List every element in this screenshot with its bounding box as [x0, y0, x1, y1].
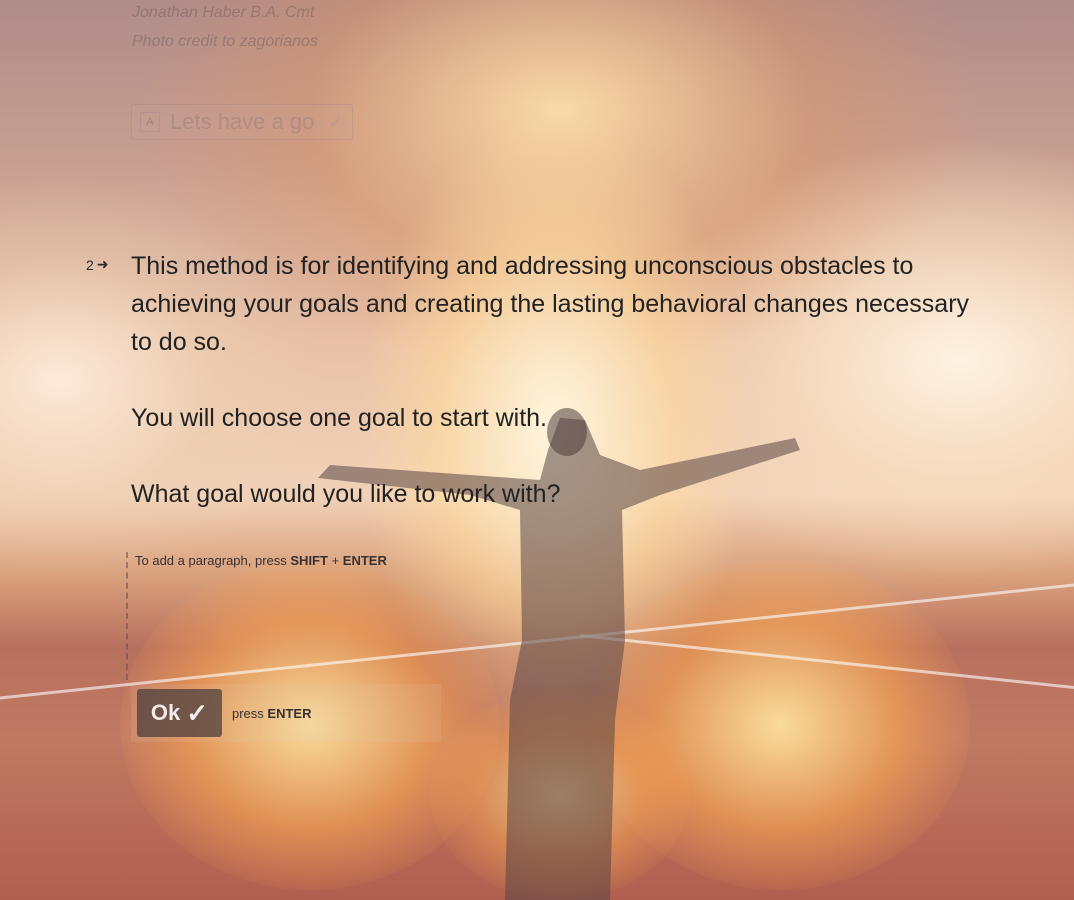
arrow-right-icon: ➜	[96, 256, 109, 272]
check-icon: ✓	[328, 111, 344, 132]
ok-button[interactable]: Ok ✓	[137, 689, 222, 737]
answer-textarea[interactable]: To add a paragraph, press SHIFT + ENTER	[126, 552, 387, 680]
hint-prefix: To add a paragraph, press	[135, 553, 291, 568]
press-enter-hint: press ENTER	[232, 706, 311, 721]
question-text: This method is for identifying and addre…	[131, 247, 991, 513]
press-prefix: press	[232, 705, 268, 721]
question-number: 2 ➜	[86, 256, 109, 273]
hint-key-shift: SHIFT	[290, 553, 328, 568]
hint-key-enter: ENTER	[342, 553, 387, 568]
photo-credit: Photo credit to zagorianos	[132, 33, 318, 50]
choice-key: A	[140, 112, 160, 132]
question-paragraph: This method is for identifying and addre…	[131, 252, 970, 356]
question-paragraph: What goal would you like to work with?	[131, 480, 561, 508]
form-content: Jonathan Haber B.A. Cmt Photo credit to …	[0, 0, 1074, 900]
paragraph-hint: To add a paragraph, press SHIFT + ENTER	[135, 553, 387, 568]
choice-label: Lets have a go	[170, 109, 315, 134]
choice-lets-have-a-go[interactable]: A Lets have a go ✓	[131, 104, 353, 140]
check-icon: ✓	[186, 697, 209, 728]
question-number-label: 2	[86, 256, 94, 273]
question-paragraph: You will choose one goal to start with.	[131, 404, 547, 432]
submit-row: Ok ✓ press ENTER	[131, 684, 441, 742]
press-key-enter: ENTER	[267, 705, 312, 721]
author-credit: Jonathan Haber B.A. Cmt	[132, 4, 315, 21]
hint-plus: +	[327, 553, 343, 568]
ok-label: Ok	[150, 700, 181, 725]
